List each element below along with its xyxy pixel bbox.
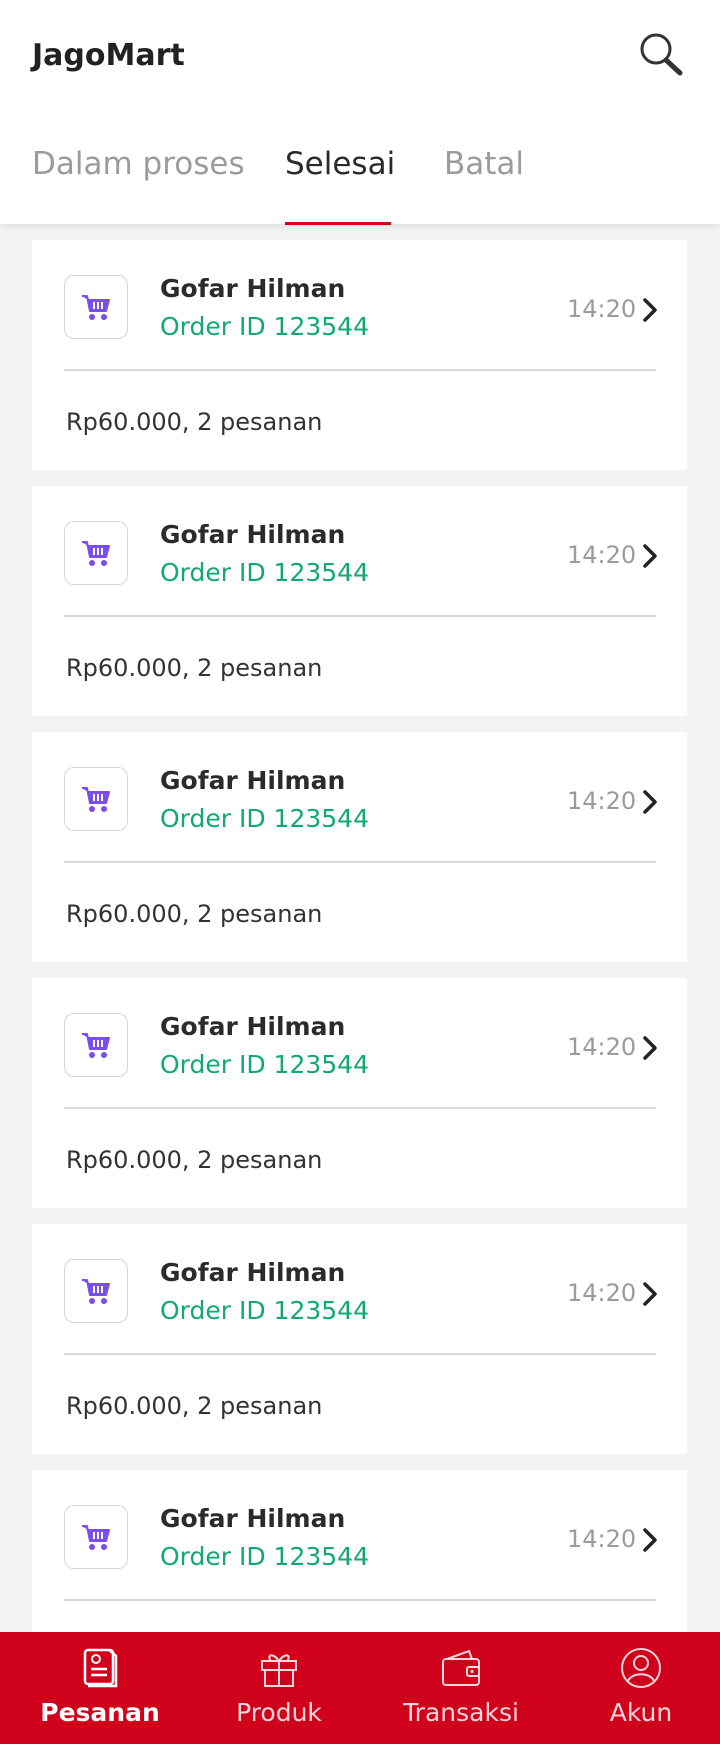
- chevron-right-icon[interactable]: [640, 541, 660, 571]
- nav-label-transaksi: Transaksi: [403, 1698, 519, 1727]
- order-status-tabs: Dalam proses Selesai Batal: [0, 140, 720, 224]
- tab-dalam-proses[interactable]: Dalam proses: [32, 146, 245, 182]
- order-summary: Rp60.000, 2 pesanan: [66, 900, 323, 928]
- order-list-icon: [83, 1648, 118, 1688]
- shopping-cart-icon: [82, 1033, 110, 1058]
- customer-name: Gofar Hilman: [160, 1012, 346, 1041]
- cart-icon-box: [64, 767, 128, 831]
- order-id: Order ID 123544: [160, 312, 369, 341]
- shopping-cart-icon: [82, 1525, 110, 1550]
- customer-name: Gofar Hilman: [160, 766, 346, 795]
- user-icon: [621, 1648, 661, 1688]
- chevron-right-icon[interactable]: [640, 1525, 660, 1555]
- order-id: Order ID 123544: [160, 1296, 369, 1325]
- order-card[interactable]: Gofar Hilman Order ID 123544 14:20 Rp60.000…: [32, 732, 687, 962]
- customer-name: Gofar Hilman: [160, 1504, 346, 1533]
- gift-icon: [261, 1654, 297, 1687]
- order-summary: Rp60.000, 2 pesanan: [66, 654, 323, 682]
- search-button[interactable]: [636, 30, 686, 80]
- nav-item-akun[interactable]: Akun: [551, 1632, 720, 1744]
- order-list: Gofar Hilman Order ID 123544 14:20 Rp60.000…: [32, 240, 687, 1716]
- shopping-cart-icon: [82, 295, 110, 320]
- nav-label-produk: Produk: [236, 1698, 322, 1727]
- order-id: Order ID 123544: [160, 1542, 369, 1571]
- chevron-right-icon[interactable]: [640, 1033, 660, 1063]
- chevron-right-icon[interactable]: [640, 787, 660, 817]
- order-time: 14:20: [567, 295, 637, 323]
- order-time: 14:20: [567, 787, 637, 815]
- nav-item-transaksi[interactable]: Transaksi: [371, 1632, 551, 1744]
- order-id: Order ID 123544: [160, 804, 369, 833]
- cart-icon-box: [64, 1505, 128, 1569]
- card-divider: [64, 615, 656, 617]
- customer-name: Gofar Hilman: [160, 274, 346, 303]
- chevron-right-icon[interactable]: [640, 295, 660, 325]
- nav-label-pesanan: Pesanan: [40, 1698, 160, 1727]
- app-title: JagoMart: [32, 38, 185, 73]
- card-divider: [64, 1599, 656, 1601]
- card-divider: [64, 861, 656, 863]
- shopping-cart-icon: [82, 541, 110, 566]
- order-id: Order ID 123544: [160, 558, 369, 587]
- order-time: 14:20: [567, 541, 637, 569]
- bottom-navigation: Pesanan Produk Transaksi Akun: [0, 1632, 720, 1744]
- order-time: 14:20: [567, 1525, 637, 1553]
- tab-batal[interactable]: Batal: [444, 146, 524, 182]
- order-id: Order ID 123544: [160, 1050, 369, 1079]
- order-card[interactable]: Gofar Hilman Order ID 123544 14:20 Rp60.000…: [32, 978, 687, 1208]
- search-icon: [640, 33, 683, 76]
- cart-icon-box: [64, 1259, 128, 1323]
- nav-item-pesanan[interactable]: Pesanan: [10, 1632, 190, 1744]
- cart-icon-box: [64, 1013, 128, 1077]
- order-summary: Rp60.000, 2 pesanan: [66, 1392, 323, 1420]
- card-divider: [64, 1107, 656, 1109]
- nav-label-akun: Akun: [609, 1698, 673, 1727]
- order-summary: Rp60.000, 2 pesanan: [66, 408, 323, 436]
- order-card[interactable]: Gofar Hilman Order ID 123544 14:20 Rp60.000…: [32, 240, 687, 470]
- order-summary: Rp60.000, 2 pesanan: [66, 1146, 323, 1174]
- top-app-bar: JagoMart Dalam proses Selesai Batal: [0, 0, 720, 224]
- cart-icon-box: [64, 521, 128, 585]
- order-time: 14:20: [567, 1033, 637, 1061]
- active-tab-indicator: [285, 222, 391, 225]
- customer-name: Gofar Hilman: [160, 520, 346, 549]
- wallet-icon: [442, 1649, 480, 1686]
- customer-name: Gofar Hilman: [160, 1258, 346, 1287]
- nav-item-produk[interactable]: Produk: [189, 1632, 369, 1744]
- cart-icon-box: [64, 275, 128, 339]
- card-divider: [64, 1353, 656, 1355]
- card-divider: [64, 369, 656, 371]
- order-card[interactable]: Gofar Hilman Order ID 123544 14:20 Rp60.000…: [32, 486, 687, 716]
- order-card[interactable]: Gofar Hilman Order ID 123544 14:20 Rp60.000…: [32, 1224, 687, 1454]
- order-time: 14:20: [567, 1279, 637, 1307]
- shopping-cart-icon: [82, 1279, 110, 1304]
- tab-selesai[interactable]: Selesai: [285, 146, 395, 182]
- shopping-cart-icon: [82, 787, 110, 812]
- chevron-right-icon[interactable]: [640, 1279, 660, 1309]
